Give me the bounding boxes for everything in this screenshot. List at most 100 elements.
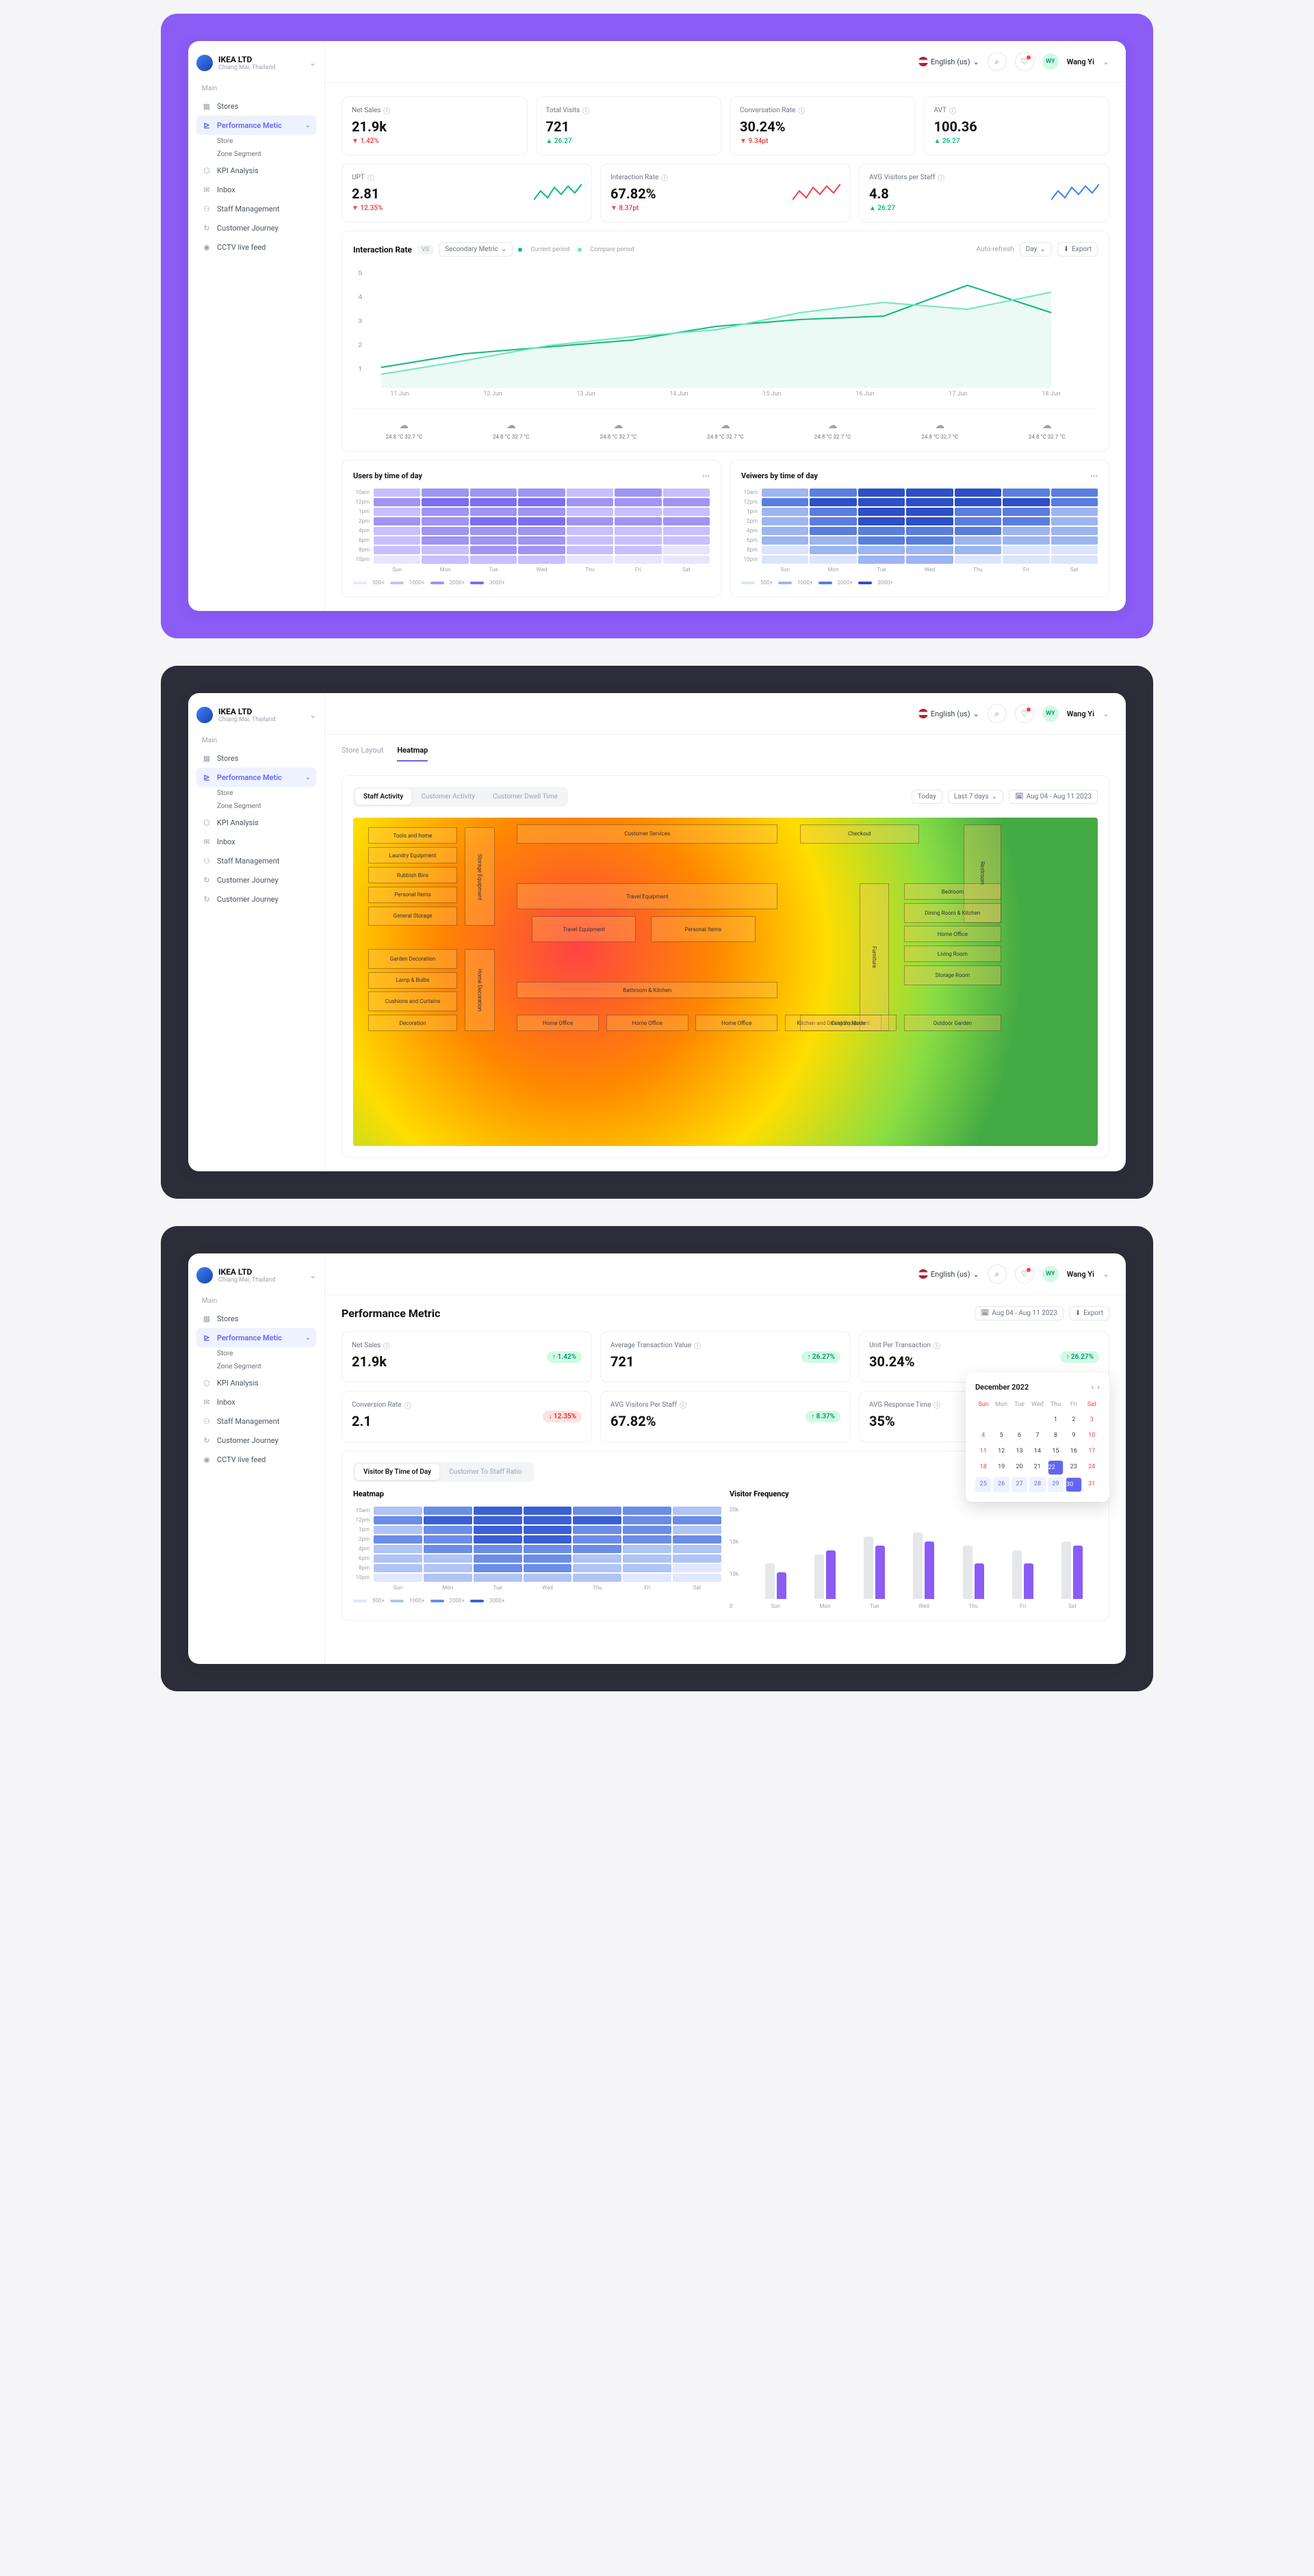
- calendar-day[interactable]: 2: [1066, 1413, 1081, 1427]
- floor-heatmap-canvas[interactable]: Tools and homeLaundry EquipmentRubbish B…: [353, 818, 1098, 1146]
- calendar-day[interactable]: 23: [1066, 1460, 1081, 1475]
- nav-inbox[interactable]: ✉Inbox: [196, 1392, 316, 1411]
- floor-zone[interactable]: Lamp & Bulbs: [368, 972, 458, 989]
- nav-kpi-analysis[interactable]: ⬡KPI Analysis: [196, 1373, 316, 1392]
- floor-zone[interactable]: Personal Items: [368, 887, 458, 903]
- export-button[interactable]: ⬇Export: [1057, 242, 1098, 257]
- more-icon[interactable]: ⋯: [702, 471, 710, 480]
- calendar-day[interactable]: 13: [1012, 1444, 1027, 1458]
- tab-store-layout[interactable]: Store Layout: [342, 746, 383, 762]
- info-icon[interactable]: i: [582, 107, 589, 114]
- calendar-day[interactable]: 21: [1029, 1460, 1045, 1475]
- floor-zone[interactable]: Customer Services: [517, 824, 777, 844]
- nav-staff-management[interactable]: ⚇Staff Management: [196, 1411, 316, 1431]
- calendar-day[interactable]: 3: [1084, 1413, 1100, 1427]
- notifications-button[interactable]: ♡: [1015, 1264, 1034, 1284]
- notifications-button[interactable]: ♡: [1015, 704, 1034, 723]
- floor-zone[interactable]: Cushions and Curtains: [368, 991, 458, 1011]
- search-button[interactable]: ⌕: [988, 52, 1007, 71]
- nav-customer-journey-2[interactable]: ↻Customer Journey: [196, 889, 316, 909]
- export-button[interactable]: ⬇Export: [1069, 1306, 1109, 1320]
- nav-sub-zone-segment[interactable]: Zone Segment: [196, 148, 316, 161]
- calendar-day[interactable]: 11: [975, 1444, 991, 1458]
- seg-dwell-time[interactable]: Customer Dwell Time: [485, 789, 566, 805]
- calendar-day[interactable]: 20: [1012, 1460, 1027, 1475]
- nav-customer-journey[interactable]: ↻Customer Journey: [196, 218, 316, 237]
- info-icon[interactable]: i: [933, 1402, 940, 1409]
- calendar-day[interactable]: 9: [1066, 1429, 1081, 1442]
- search-button[interactable]: ⌕: [988, 704, 1007, 723]
- floor-zone[interactable]: Furniture: [860, 883, 890, 1031]
- date-range-picker[interactable]: 🗓Aug 04 - Aug 11 2023: [1009, 790, 1098, 804]
- floor-zone[interactable]: Home Office: [904, 926, 1001, 942]
- timeframe-select[interactable]: Day⌄: [1020, 242, 1052, 257]
- nav-staff-management[interactable]: ⚇Staff Management: [196, 199, 316, 218]
- calendar-day[interactable]: 22: [1048, 1460, 1064, 1475]
- calendar-day[interactable]: 26: [993, 1477, 1009, 1492]
- calendar-day[interactable]: 8: [1048, 1429, 1064, 1442]
- nav-inbox[interactable]: ✉Inbox: [196, 180, 316, 199]
- calendar-day[interactable]: 19: [993, 1460, 1009, 1475]
- brand-selector[interactable]: IKEA LTDChiang Mai, Thailand ⌄: [196, 707, 316, 723]
- cal-prev-button[interactable]: ‹: [1091, 1382, 1094, 1392]
- info-icon[interactable]: i: [949, 107, 956, 114]
- notifications-button[interactable]: ♡: [1015, 52, 1034, 71]
- floor-zone[interactable]: Outdoor Garden: [904, 1015, 1001, 1031]
- nav-performance-metric[interactable]: ⊵Performance Metic⌄: [196, 768, 316, 787]
- calendar-day[interactable]: 18: [975, 1460, 991, 1475]
- floor-zone[interactable]: Custom Mode: [800, 1015, 897, 1031]
- floor-zone[interactable]: Travel Equipment: [517, 883, 777, 909]
- nav-stores[interactable]: ▦Stores: [196, 96, 316, 116]
- seg-staff-activity[interactable]: Staff Activity: [355, 789, 411, 805]
- language-selector[interactable]: English (us)⌄: [918, 1269, 979, 1279]
- info-icon[interactable]: i: [680, 1402, 686, 1409]
- cal-next-button[interactable]: ›: [1097, 1382, 1100, 1392]
- language-selector[interactable]: English (us)⌄: [918, 709, 979, 718]
- floor-zone[interactable]: Garden Decoration: [368, 949, 458, 969]
- floor-zone[interactable]: Tools and home: [368, 827, 458, 844]
- info-icon[interactable]: i: [694, 1342, 701, 1349]
- floor-zone[interactable]: Bedroom: [904, 883, 1001, 900]
- info-icon[interactable]: i: [938, 174, 944, 181]
- floor-zone[interactable]: Storage Equipment: [465, 827, 495, 926]
- brand-selector[interactable]: IKEA LTDChiang Mai, Thailand ⌄: [196, 1267, 316, 1284]
- calendar-day[interactable]: 1: [1048, 1413, 1064, 1427]
- floor-zone[interactable]: Personal Items: [651, 916, 755, 942]
- info-icon[interactable]: i: [368, 174, 374, 181]
- floor-zone[interactable]: Home Office: [517, 1015, 599, 1031]
- info-icon[interactable]: i: [933, 1342, 940, 1349]
- floor-zone[interactable]: Living Room: [904, 946, 1001, 962]
- info-icon[interactable]: i: [798, 107, 805, 114]
- nav-sub-zone-segment[interactable]: Zone Segment: [196, 800, 316, 813]
- floor-zone[interactable]: Rubbish Bins: [368, 867, 458, 883]
- nav-performance-metric[interactable]: ⊵Performance Metic⌄: [196, 1328, 316, 1347]
- floor-zone[interactable]: Home Office: [606, 1015, 688, 1031]
- nav-performance-metric[interactable]: ⊵Performance Metic⌄: [196, 116, 316, 135]
- calendar-day[interactable]: 31: [1084, 1477, 1100, 1492]
- info-icon[interactable]: i: [404, 1402, 411, 1409]
- calendar-day[interactable]: 12: [993, 1444, 1009, 1458]
- calendar-day[interactable]: 5: [993, 1429, 1009, 1442]
- calendar-day[interactable]: 30: [1066, 1477, 1081, 1492]
- calendar-day[interactable]: 6: [1012, 1429, 1027, 1442]
- floor-zone[interactable]: Storage Room: [904, 965, 1001, 985]
- brand-selector[interactable]: IKEA LTD Chiang Mai, Thailand ⌄: [196, 55, 316, 71]
- nav-cctv-feed[interactable]: ◉CCTV live feed: [196, 1450, 316, 1469]
- calendar-day[interactable]: 4: [975, 1429, 991, 1442]
- calendar-day[interactable]: 16: [1066, 1444, 1081, 1458]
- chevron-down-icon[interactable]: ⌄: [1103, 709, 1109, 718]
- chevron-down-icon[interactable]: ⌄: [1103, 1269, 1109, 1279]
- calendar-day[interactable]: 25: [975, 1477, 991, 1492]
- calendar-day[interactable]: 28: [1029, 1477, 1045, 1492]
- language-selector[interactable]: English (us)⌄: [918, 57, 979, 66]
- nav-customer-journey[interactable]: ↻Customer Journey: [196, 1431, 316, 1450]
- tab-heatmap[interactable]: Heatmap: [397, 746, 428, 762]
- nav-sub-store[interactable]: Store: [196, 1347, 316, 1360]
- nav-staff-management[interactable]: ⚇Staff Management: [196, 851, 316, 870]
- search-button[interactable]: ⌕: [988, 1264, 1007, 1284]
- nav-stores[interactable]: ▦Stores: [196, 1309, 316, 1328]
- nav-inbox[interactable]: ✉Inbox: [196, 832, 316, 851]
- floor-zone[interactable]: Dining Room & Kitchen: [904, 903, 1001, 923]
- floor-zone[interactable]: Decoration: [368, 1015, 458, 1031]
- today-button[interactable]: Today: [912, 790, 942, 804]
